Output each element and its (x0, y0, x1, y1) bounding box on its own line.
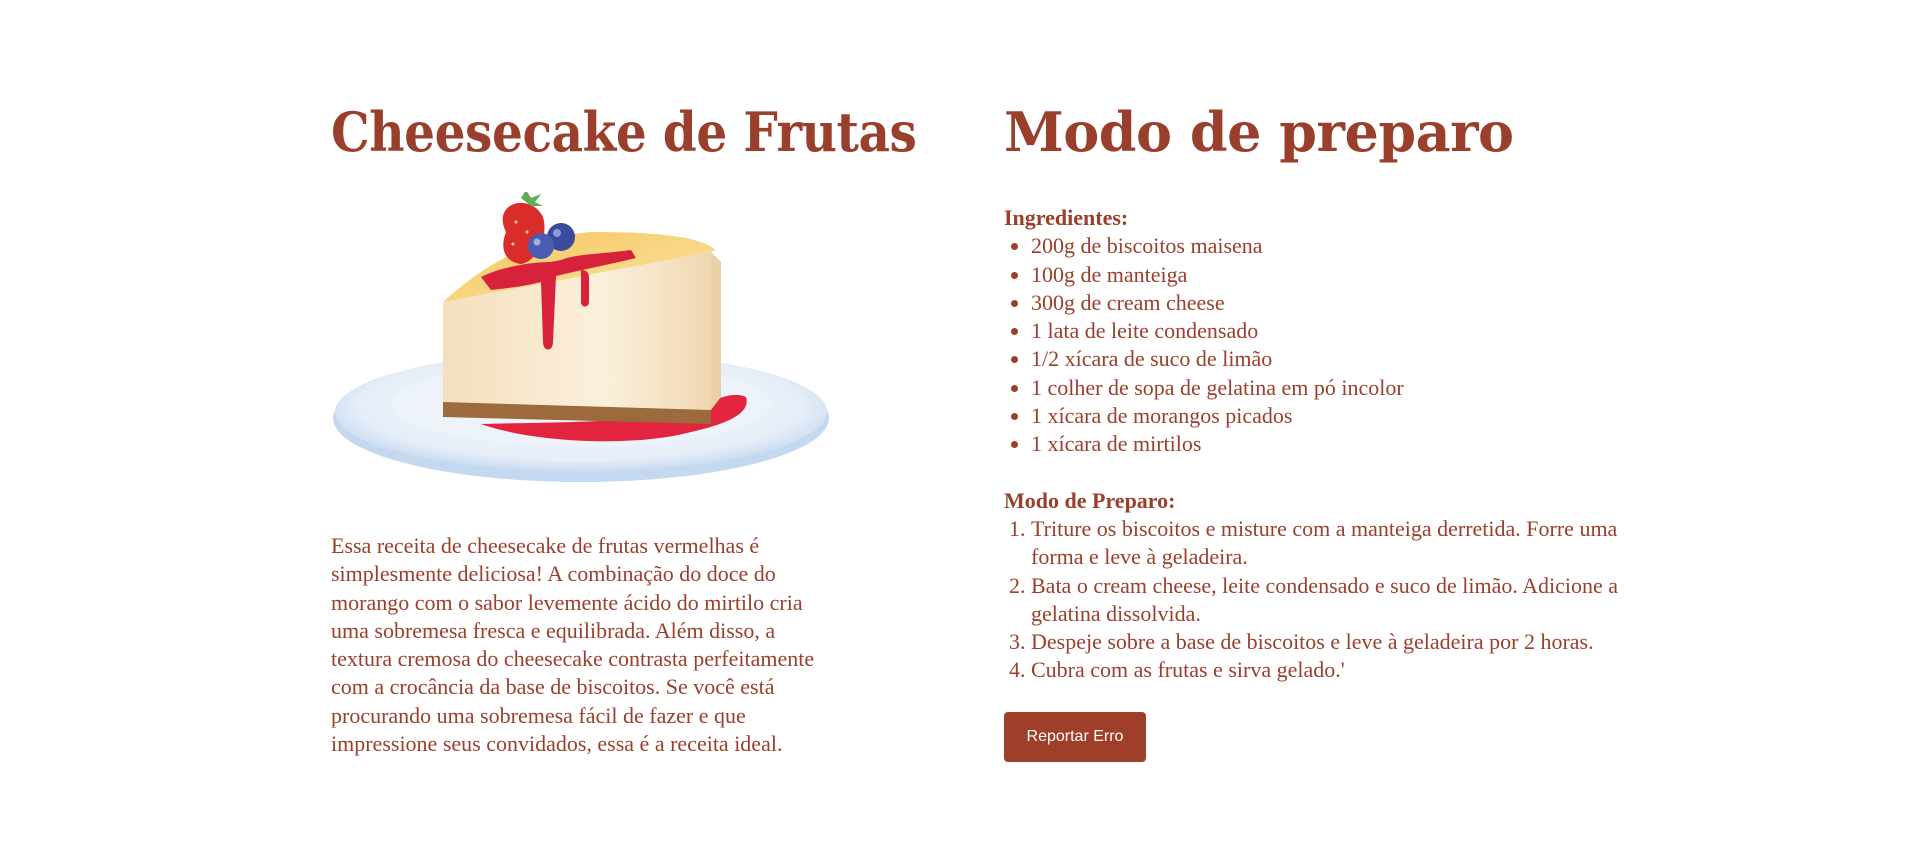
cheesecake-illustration-icon (333, 190, 829, 482)
ingredient-item: 1 xícara de mirtilos (1031, 430, 1624, 458)
recipe-intro: Cheesecake de Frutas Essa receita de che… (331, 100, 917, 780)
ingredient-item: 1 lata de leite condensado (1031, 317, 1624, 345)
ingredient-item: 200g de biscoitos maisena (1031, 232, 1624, 260)
step-item: Despeje sobre a base de biscoitos e leve… (1031, 628, 1624, 656)
ingredients-title: Ingredientes: (1004, 205, 1129, 230)
ingredient-item: 100g de manteiga (1031, 261, 1624, 289)
recipe-title: Cheesecake de Frutas (331, 100, 917, 164)
steps-title: Modo de Preparo: (1004, 487, 1176, 513)
step-item: Triture os biscoitos e misture com a man… (1031, 515, 1624, 572)
ingredient-item: 1 colher de sopa de gelatina em pó incol… (1031, 374, 1624, 402)
preparation-title: Modo de preparo (1004, 100, 1514, 164)
ingredients-list: 200g de biscoitos maisena 100g de mantei… (1004, 232, 1624, 458)
recipe-description: Essa receita de cheesecake de frutas ver… (331, 533, 815, 757)
preparation-section: Modo de preparo Ingredientes: 200g de bi… (1004, 100, 1624, 762)
cheesecake-image (331, 190, 831, 492)
report-error-button[interactable]: Reportar Erro (1004, 711, 1146, 762)
step-item: Bata o cream cheese, leite condensado e … (1031, 572, 1624, 629)
ingredient-item: 1/2 xícara de suco de limão (1031, 345, 1624, 373)
ingredient-item: 1 xícara de morangos picados (1031, 402, 1624, 430)
steps-list: Triture os biscoitos e misture com a man… (1004, 515, 1624, 685)
ingredient-item: 300g de cream cheese (1031, 289, 1624, 317)
recipe-page: Cheesecake de Frutas Essa receita de che… (0, 0, 1920, 857)
step-item: Cubra com as frutas e sirva gelado.' (1031, 656, 1624, 684)
